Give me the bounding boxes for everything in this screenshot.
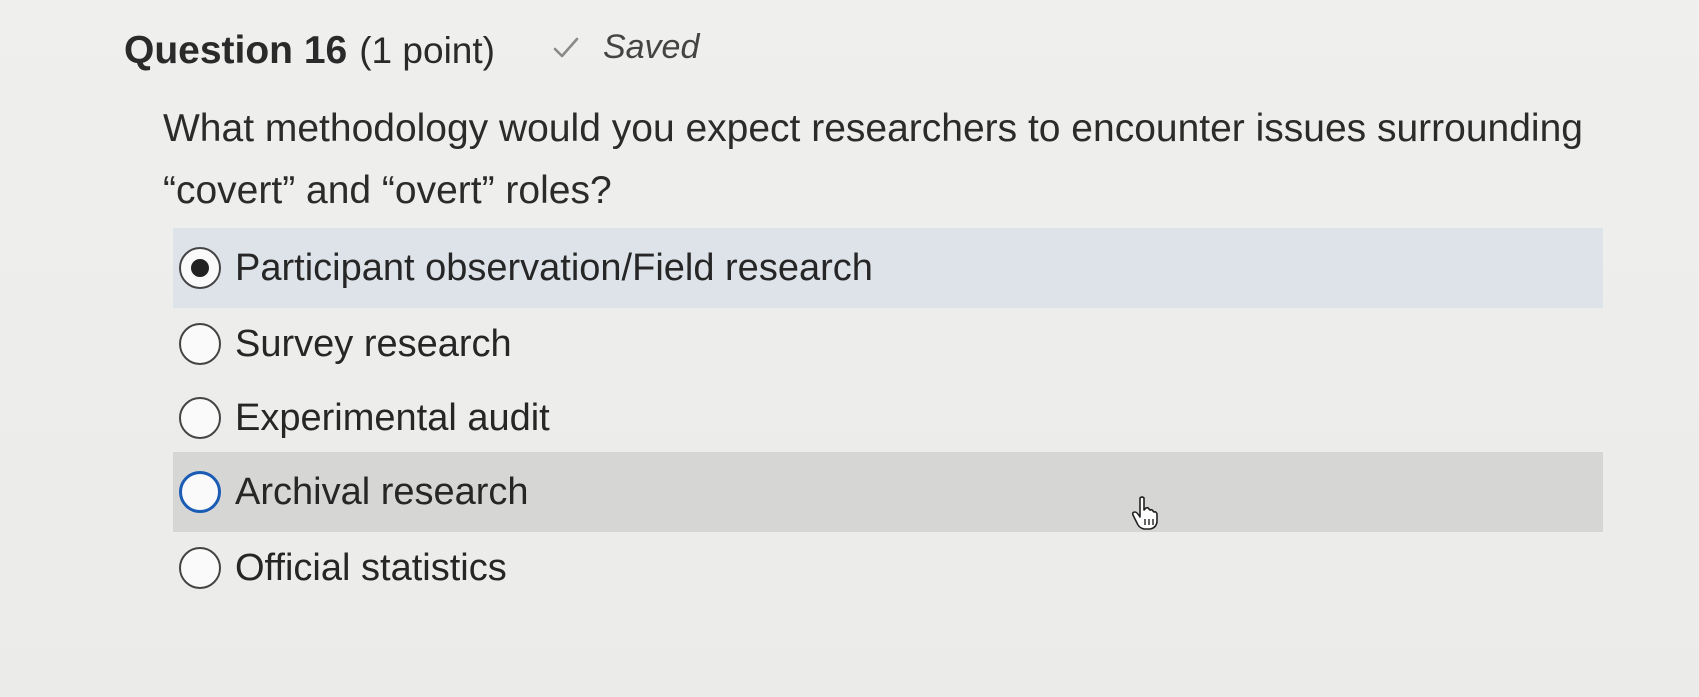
radio-button[interactable] — [179, 397, 221, 439]
answer-option[interactable]: Official statistics — [173, 528, 1603, 608]
saved-label: Saved — [602, 28, 700, 66]
check-icon — [553, 37, 579, 57]
radio-button-selected[interactable] — [179, 247, 221, 289]
question-header: Question 16 (1 point) Saved — [124, 28, 699, 73]
answer-option[interactable]: Participant observation/Field research — [173, 228, 1603, 308]
hand-pointer-cursor-icon — [1131, 496, 1158, 530]
quiz-page: Question 16 (1 point) Saved What methodo… — [0, 0, 1699, 697]
answer-label: Official statistics — [235, 546, 507, 589]
answer-label: Experimental audit — [235, 396, 550, 439]
question-text: What methodology would you expect resear… — [163, 107, 1583, 212]
radio-button-focused[interactable] — [179, 471, 221, 513]
saved-status: Saved — [551, 28, 699, 67]
answer-label: Survey research — [235, 322, 512, 365]
radio-button[interactable] — [179, 323, 221, 365]
answer-label: Archival research — [235, 470, 529, 513]
radio-button[interactable] — [179, 547, 221, 589]
answer-options: Participant observation/Field research S… — [173, 228, 1603, 608]
question-points: (1 point) — [359, 29, 495, 71]
answer-option[interactable]: Experimental audit — [173, 378, 1603, 458]
question-title: Question 16 — [124, 28, 348, 72]
answer-label: Participant observation/Field research — [235, 246, 873, 289]
answer-option[interactable]: Archival research — [173, 452, 1603, 532]
answer-option[interactable]: Survey research — [173, 304, 1603, 384]
